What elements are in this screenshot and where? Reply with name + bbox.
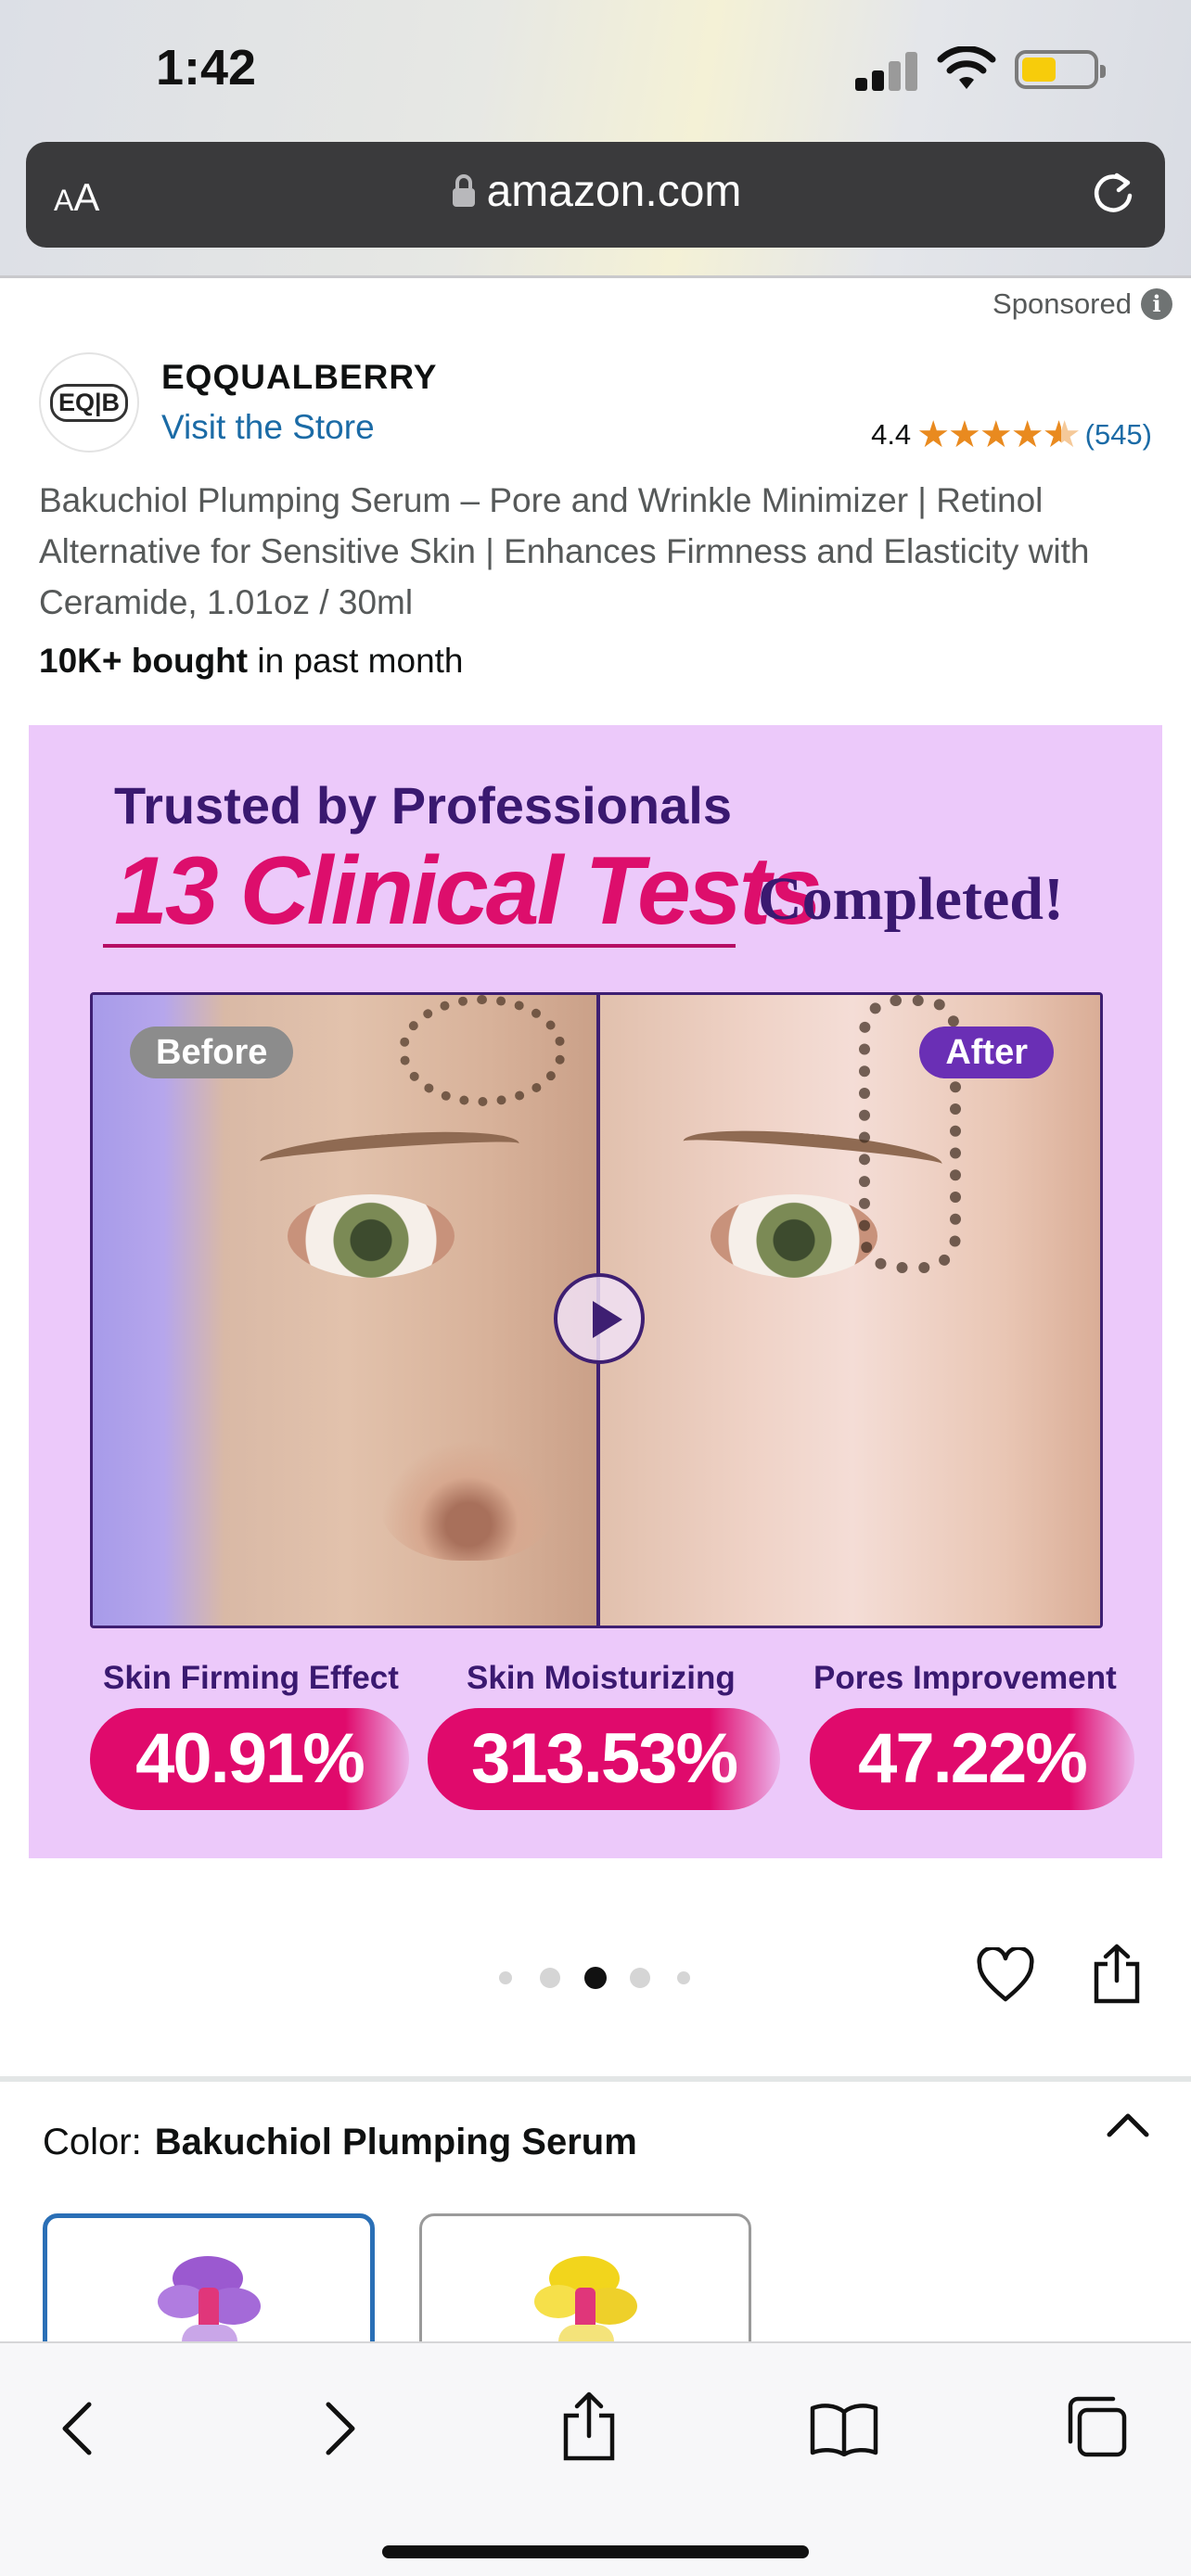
image-headline: 13 Clinical Tests [114,837,822,945]
product-image[interactable]: Trusted by Professionals 13 Clinical Tes… [29,725,1162,1858]
eye-shape [288,1194,455,1278]
after-label: After [919,1027,1054,1078]
heart-icon[interactable] [976,1947,1035,2003]
bookmarks-icon[interactable] [809,2401,879,2456]
stat-value: 47.22% [810,1708,1134,1810]
play-video-button[interactable] [554,1273,645,1364]
hair-curl [399,995,566,1106]
image-subtitle: Trusted by Professionals [114,776,732,835]
share-icon[interactable] [1091,1944,1143,2005]
review-count-link[interactable]: (545) [1085,418,1152,452]
share-icon[interactable] [560,2391,618,2462]
color-selector[interactable]: Color: Bakuchiol Plumping Serum [43,2122,637,2163]
purchase-count: 10K+ bought in past month [39,642,464,681]
stat-label: Skin Firming Effect [103,1660,399,1696]
address-bar[interactable]: AA amazon.com [26,142,1165,248]
status-time: 1:42 [156,40,257,96]
headline-underline [103,944,736,948]
star-rating-icon: ★★★★★★ [916,414,1080,455]
cellular-signal-icon [855,48,922,91]
brand-logo[interactable]: EQ|B [39,352,139,453]
before-label: Before [130,1027,294,1078]
nose-shape [380,1440,557,1561]
color-label: Color: [43,2122,142,2162]
carousel-dot[interactable] [630,1968,650,1988]
forward-icon[interactable] [319,2399,360,2458]
browser-toolbar [0,2341,1191,2576]
visit-store-link[interactable]: Visit the Store [161,408,375,447]
carousel-dot-active[interactable] [584,1967,607,1989]
info-icon[interactable]: i [1141,288,1172,320]
chevron-up-icon[interactable] [1106,2111,1150,2138]
carousel-dot[interactable] [540,1968,560,1988]
lock-icon [452,174,475,207]
sponsored-text: Sponsored [992,287,1132,320]
section-divider [0,2076,1191,2082]
carousel-dot[interactable] [677,1971,690,1984]
eye-shape [711,1194,877,1278]
logo-text: EQ|B [49,383,129,422]
image-headline-suffix: Completed! [758,865,1064,933]
after-photo [599,995,1100,1626]
color-value: Bakuchiol Plumping Serum [154,2122,637,2162]
stat-label: Skin Moisturizing [467,1660,736,1696]
carousel-dot[interactable] [499,1971,512,1984]
product-title[interactable]: Bakuchiol Plumping Serum – Pore and Wrin… [39,475,1152,628]
stat-label: Pores Improvement [813,1660,1117,1696]
browser-chrome: 1:42 AA amazon.com [0,0,1191,278]
stat-value: 313.53% [428,1708,780,1810]
brand-name: EQQUALBERRY [161,358,438,396]
reload-icon[interactable] [1089,170,1137,218]
eyebrow-shape [258,1125,521,1180]
home-indicator[interactable] [382,2545,809,2558]
purchase-count-rest: in past month [248,642,464,680]
sponsored-label[interactable]: Sponsored i [992,287,1172,321]
battery-icon [1015,50,1106,89]
before-photo [93,995,599,1626]
rating-value: 4.4 [871,418,912,451]
before-after-photo[interactable]: Before After [90,992,1103,1628]
wifi-icon [937,46,996,89]
url-text: amazon.com [486,167,742,216]
tabs-icon[interactable] [1063,2393,1130,2460]
purchase-count-bold: 10K+ bought [39,642,249,680]
rating-summary[interactable]: 4.4 ★★★★★★ (545) [871,414,1152,456]
back-icon[interactable] [58,2399,98,2458]
url-field[interactable]: amazon.com [26,166,1165,217]
stat-value: 40.91% [90,1708,409,1810]
